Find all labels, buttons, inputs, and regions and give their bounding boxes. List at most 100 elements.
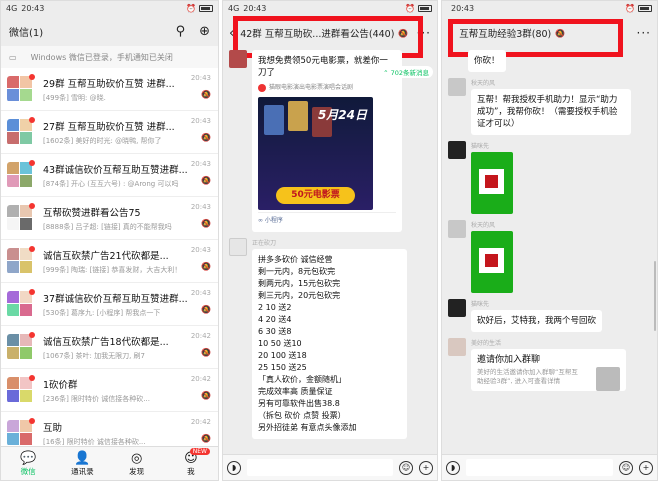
chat-list-item[interactable]: 29群 互帮互助砍价互赞 进群... [499条] 雪明: @晓. 20:43 🔕 [1,68,218,111]
card-tag: 小程序 [264,217,283,224]
chat-preview: [236条] 限时特价 诚信接各种砍... [43,394,150,403]
avatar-wrapper [7,375,35,403]
message-bubble[interactable]: 拼多多砍价 诚信经营 剩一元内，8元包砍完 剩两元内，15元包砍完 剩三元内，20元包… [252,249,407,439]
message-text: 我想免费领50元电影票，就差你一刀了 [258,56,388,78]
ad-line: 6 30 送8 [258,327,292,336]
login-notice-text: Windows 微信已登录，手机通知已关闭 [30,52,173,62]
invite-body: 美好的生活邀请你加入群聊“互帮互助经验3群”, 进入可查看详情 [477,368,578,385]
plus-icon[interactable]: + [639,460,653,475]
chat-list-item[interactable]: 37群诚信砍价互帮互助互赞进群... [530条] 葛序九: [小程序] 帮我点一… [1,283,218,326]
alarm-icon: ⏰ [405,4,415,13]
avatar[interactable] [448,78,466,96]
message-area[interactable]: 你砍！ 秋天的风 互帮！帮我授权手机助力！显示“助力成功”，我帮你砍！（需要授权… [442,50,657,454]
chat-list-item[interactable]: 诚信互砍禁广告18代砍都是... [1067条] 茶叶: 加我无限刀, 刷7 20:… [1,326,218,369]
battery-icon [638,5,652,12]
app-header: 微信(1) ⚲ ⊕ [1,16,218,46]
message-bubble[interactable]: 你砍！ [468,50,506,72]
message: 你砍！ [462,50,657,72]
chat-preview: [530条] 葛序九: [小程序] 帮我点一下 [43,308,161,317]
tab-me[interactable]: ☺ 我 NEW [164,447,218,480]
tab-chats[interactable]: 💬 微信 [1,447,55,480]
message: 美好的生活 邀请你加入群聊 美好的生活邀请你加入群聊“互帮互助经验3群”, 进入… [442,338,657,391]
movie-ticket-poster[interactable]: 5月24日 50元电影票 [258,97,373,210]
plus-icon[interactable]: + [419,460,433,475]
chat-preview: [1067条] 茶叶: 加我无限刀, 刷7 [43,351,145,360]
tab-contacts[interactable]: 👤 通讯录 [55,447,109,480]
new-badge: NEW [189,448,210,455]
unread-indicator[interactable]: ⌃ 702条新消息 [379,66,433,78]
tab-discover[interactable]: ◎ 发现 [110,447,164,480]
voice-icon[interactable]: ◗ [227,460,241,475]
discover-icon: ◎ [130,451,143,466]
qr-code-image[interactable] [471,152,513,214]
avatar[interactable] [229,50,247,68]
ad-line: 剩一元内，8元包砍完 [258,267,336,276]
status-bar: 4G 20:43 ⏰ [223,1,437,16]
group-avatar [7,205,33,231]
message-bubble[interactable]: 我想免费领50元电影票，就差你一刀了 猫眼电影演出电影票演唱会话剧 5月24日 … [252,50,402,232]
chat-preview: [999条] 陶瑞: [链接] 恭喜发财，大吉大利！ [43,265,182,274]
battery-icon [418,5,432,12]
message-input[interactable] [466,459,613,476]
chat-title: 诚信互砍禁广告21代砍都是... [43,250,169,262]
avatar[interactable] [448,141,466,159]
input-bar: ◗ ☺ + [223,454,437,480]
sender-name: 猫咪先 [471,301,490,308]
chat-title: 27群 互帮互助砍价互赞 进群... [43,121,175,133]
avatar-wrapper [7,289,35,317]
mute-icon: 🔕 [201,90,211,99]
message-bubble[interactable]: 互帮！帮我授权手机助力！显示“助力成功”，我帮你砍！（需要授权手机验证才可以） [471,89,631,135]
tab-label: 微信 [20,467,36,476]
chat-title: 43群诚信砍价互帮互助互赞进群... [43,164,188,176]
group-invite-card[interactable]: 邀请你加入群聊 美好的生活邀请你加入群聊“互帮互助经验3群”, 进入可查看详情 [471,349,626,391]
chat-title: 互帮砍赞进群看公告75 [43,207,141,219]
input-bar: ◗ ☺ + [442,454,657,480]
voice-icon[interactable]: ◗ [446,460,460,475]
avatar[interactable] [229,238,247,256]
clock-text: 20:43 [451,4,475,13]
more-icon[interactable]: ··· [637,26,651,40]
chat-list-item[interactable]: 1砍价群 [236条] 限时特价 诚信接各种砍... 20:42 🔕 [1,369,218,412]
chat-list-item[interactable]: 43群诚信砍价互帮互助互赞进群... [874条] 开心 (互互六号) : @Ar… [1,154,218,197]
search-icon[interactable]: ⚲ [176,24,186,39]
group-chat-panel-3: 20:43 ⏰ ‹ 互帮互助经验3群(80) 🔕 ··· 你砍！ 秋天的风 互帮… [441,0,658,481]
message-bubble[interactable]: 砍好后，艾特我，我两个号回砍 [471,310,603,332]
ad-text: 拼多多砍价 诚信经营 剩一元内，8元包砍完 剩两元内，15元包砍完 剩三元内，20元包… [258,254,401,434]
mute-icon: 🔕 [201,262,211,271]
avatar[interactable] [448,220,466,238]
sender-name: 秋天的风 [471,80,496,87]
message: 秋天的风 互帮！帮我授权手机助力！显示“助力成功”，我帮你砍！（需要授权手机验证… [442,78,657,135]
ad-line: 4 20 送4 [258,315,292,324]
chat-list-panel: 4G 20:43 ⏰ 微信(1) ⚲ ⊕ ▭ Windows 微信已登录，手机通… [0,0,219,481]
chat-list-item[interactable]: 互帮砍赞进群看公告75 [8888条] 吕子超: [链接] 真的不能帮我吗 20:4… [1,197,218,240]
scrollbar[interactable] [654,261,656,331]
ad-line: 25 150 送25 [258,363,307,372]
group-avatar [7,76,33,102]
add-icon[interactable]: ⊕ [199,24,210,39]
emoji-icon[interactable]: ☺ [399,460,413,475]
chat-list-item[interactable]: 诚信互砍禁广告21代砍都是... [999条] 陶瑞: [链接] 恭喜发财，大吉大… [1,240,218,283]
monitor-icon: ▭ [9,52,17,62]
avatar-wrapper [7,203,35,231]
chat-time: 20:43 [190,246,211,254]
chat-preview: [16条] 限时特价 诚信接各种砍... [43,437,146,446]
ad-line: 完成效率高 质量保证 [258,387,333,396]
message-input[interactable] [247,459,393,476]
group-avatar [7,377,33,403]
avatar-wrapper [7,418,35,446]
sender-name: 秋天的风 [471,222,496,229]
avatar-wrapper [7,332,35,360]
emoji-icon[interactable]: ☺ [619,460,633,475]
unread-dot [29,418,35,424]
avatar[interactable] [448,338,466,356]
qr-code-image[interactable] [471,231,513,293]
contacts-icon: 👤 [74,451,91,466]
unread-dot [29,203,35,209]
chat-time: 20:42 [190,332,211,340]
chat-list-item[interactable]: 27群 互帮互助砍价互赞 进群... [1602条] 美好的时光: @晓鸭, 帮你… [1,111,218,154]
message-area[interactable]: 我想免费领50元电影票，就差你一刀了 猫眼电影演出电影票演唱会话剧 5月24日 … [223,50,437,454]
avatar[interactable] [448,299,466,317]
mute-icon: 🔕 [201,391,211,400]
login-notice[interactable]: ▭ Windows 微信已登录，手机通知已关闭 [1,46,218,68]
chat-preview: [8888条] 吕子超: [链接] 真的不能帮我吗 [43,222,172,231]
